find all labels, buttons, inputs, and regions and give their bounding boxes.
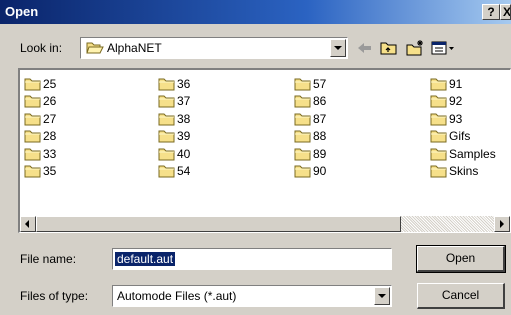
folder-label: 88 — [313, 129, 327, 143]
folder-item[interactable]: 26 — [24, 93, 56, 110]
folder-item[interactable]: 28 — [24, 128, 56, 145]
folder-item[interactable]: 89 — [294, 145, 326, 162]
folder-icon — [430, 95, 447, 108]
folder-icon — [24, 165, 41, 178]
folder-label: 35 — [43, 164, 57, 178]
folder-item[interactable]: Samples — [430, 145, 496, 162]
folder-item[interactable]: 37 — [158, 93, 190, 110]
folder-label: 54 — [177, 164, 191, 178]
folder-icon — [430, 130, 447, 143]
horizontal-scrollbar[interactable] — [20, 216, 510, 232]
folder-label: 91 — [449, 76, 463, 91]
look-in-dropdown[interactable]: AlphaNET — [80, 37, 348, 59]
open-button[interactable]: Open — [416, 245, 506, 273]
folder-item[interactable]: 39 — [158, 128, 190, 145]
folder-item[interactable]: Skins — [430, 163, 478, 180]
folder-icon — [158, 78, 175, 90]
chevron-down-icon[interactable] — [374, 287, 390, 305]
folder-label: 39 — [177, 129, 191, 143]
file-type-dropdown[interactable]: Automode Files (*.aut) — [112, 285, 392, 307]
folder-icon — [158, 113, 175, 125]
folder-item[interactable]: 35 — [24, 163, 56, 180]
folder-item[interactable]: 88 — [294, 128, 326, 145]
file-name-label: File name: — [20, 252, 77, 266]
folder-label: Samples — [449, 146, 496, 161]
folder-label: 90 — [313, 164, 327, 178]
folder-icon — [294, 148, 311, 160]
scroll-thumb[interactable] — [36, 216, 401, 232]
folder-icon — [430, 148, 447, 160]
scroll-right-icon[interactable] — [494, 216, 510, 232]
folder-label: 87 — [313, 111, 327, 126]
folder-item[interactable]: 36 — [158, 75, 190, 92]
folder-icon — [294, 95, 311, 108]
scroll-left-icon[interactable] — [20, 216, 36, 232]
look-in-label: Look in: — [20, 41, 63, 55]
folder-icon — [430, 165, 447, 178]
folder-item[interactable]: 86 — [294, 93, 326, 110]
up-folder-icon[interactable] — [379, 39, 399, 57]
folder-icon — [294, 113, 311, 125]
folder-icon — [294, 165, 311, 178]
help-button[interactable]: ? — [482, 4, 500, 20]
file-list[interactable]: 25 26 27 28 33 35 36 37 38 39 40 54 57 86 87 88 89 90 91 92… — [18, 68, 511, 233]
folder-item[interactable]: Gifs — [430, 128, 470, 145]
folder-icon — [24, 113, 41, 125]
folder-icon — [24, 78, 41, 90]
folder-label: 33 — [43, 146, 57, 161]
folder-label: 86 — [313, 94, 327, 108]
new-folder-icon[interactable] — [405, 39, 425, 57]
title-bar[interactable]: Open ? X — [0, 0, 511, 24]
folder-label: 28 — [43, 129, 57, 143]
folder-item[interactable]: 93 — [430, 110, 462, 127]
file-type-value: Automode Files (*.aut) — [117, 289, 237, 303]
folder-icon — [158, 165, 175, 178]
folder-item[interactable]: 33 — [24, 145, 56, 162]
folder-item[interactable]: 87 — [294, 110, 326, 127]
folder-icon — [430, 113, 447, 125]
folder-label: 89 — [313, 146, 327, 161]
folder-label: 93 — [449, 111, 463, 126]
folder-icon — [294, 78, 311, 90]
folder-item[interactable]: 92 — [430, 93, 462, 110]
open-folder-icon — [86, 41, 104, 58]
close-button[interactable]: X — [500, 4, 511, 20]
back-arrow-icon[interactable] — [354, 39, 374, 57]
folder-label: 36 — [177, 76, 191, 91]
folder-label: 37 — [177, 94, 191, 108]
folder-label: 27 — [43, 111, 57, 126]
look-in-value: AlphaNET — [107, 41, 162, 55]
folder-icon — [430, 78, 447, 90]
folder-label: 40 — [177, 146, 191, 161]
folder-icon — [24, 130, 41, 143]
file-name-value: default.aut — [115, 252, 176, 266]
window-title: Open — [5, 4, 39, 19]
folder-item[interactable]: 54 — [158, 163, 190, 180]
folder-item[interactable]: 40 — [158, 145, 190, 162]
folder-label: 38 — [177, 111, 191, 126]
folder-item[interactable]: 90 — [294, 163, 326, 180]
file-name-input[interactable]: default.aut — [112, 248, 392, 270]
folder-label: Skins — [449, 164, 479, 178]
folder-icon — [24, 95, 41, 108]
folder-label: 57 — [313, 76, 327, 91]
folder-label: 92 — [449, 94, 463, 108]
folder-item[interactable]: 27 — [24, 110, 56, 127]
folder-icon — [158, 130, 175, 143]
folder-item[interactable]: 91 — [430, 75, 462, 92]
folder-icon — [158, 148, 175, 160]
cancel-button[interactable]: Cancel — [417, 283, 505, 309]
folder-item[interactable]: 38 — [158, 110, 190, 127]
folder-label: 26 — [43, 94, 57, 108]
folder-item[interactable]: 25 — [24, 75, 56, 92]
folder-icon — [24, 148, 41, 160]
view-menu-icon[interactable] — [430, 39, 456, 57]
folder-label: Gifs — [449, 129, 471, 143]
chevron-down-icon[interactable] — [330, 39, 346, 57]
folder-icon — [294, 130, 311, 143]
folder-item[interactable]: 57 — [294, 75, 326, 92]
folder-label: 25 — [43, 76, 57, 91]
file-type-label: Files of type: — [20, 289, 89, 303]
folder-icon — [158, 95, 175, 108]
